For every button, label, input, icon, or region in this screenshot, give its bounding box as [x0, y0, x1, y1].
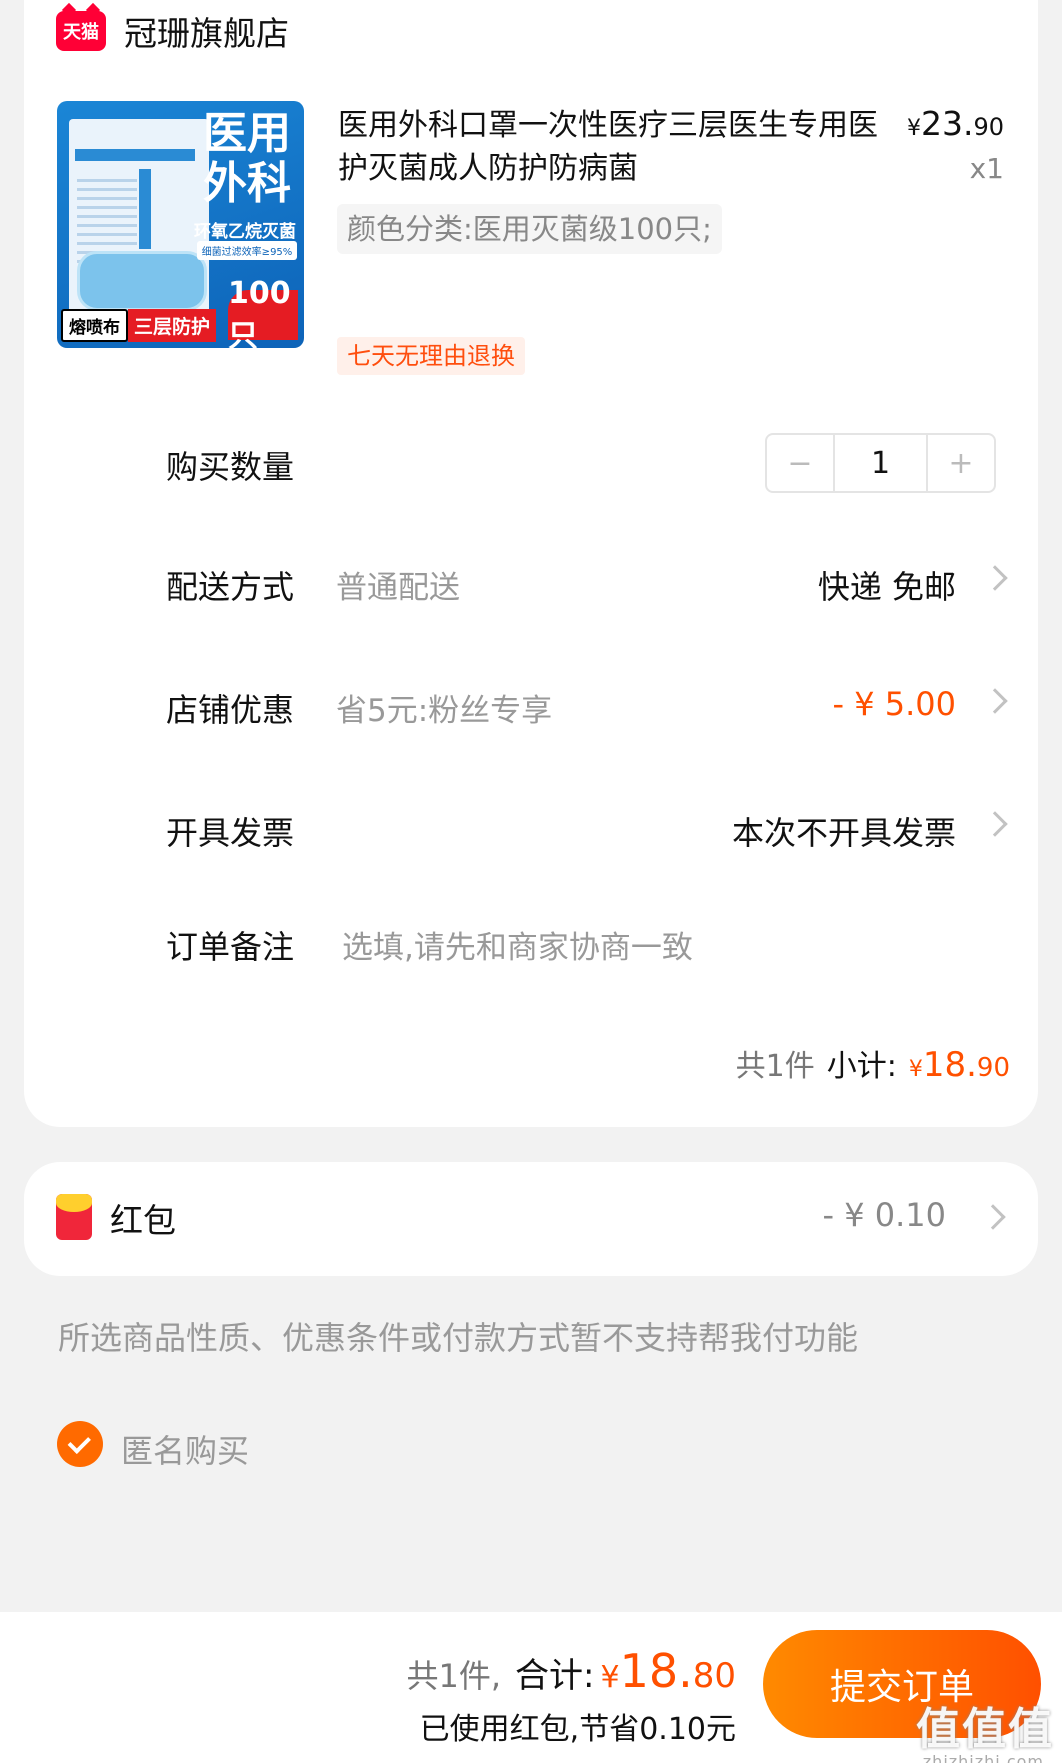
product-title[interactable]: 医用外科口罩一次性医疗三层医生专用医护灭菌成人防护防病菌: [338, 104, 878, 190]
shipping-sub: 普通配送: [336, 570, 460, 606]
anonymous-checkbox[interactable]: [57, 1421, 103, 1467]
coupon-sub: 省5元:粉丝专享: [336, 693, 553, 729]
tmall-logo-icon: 天猫: [56, 11, 106, 51]
minus-button[interactable]: −: [767, 435, 833, 491]
redpack-row[interactable]: 红包 - ¥ 0.10: [24, 1162, 1038, 1276]
note-label: 订单备注: [166, 928, 295, 966]
shipping-label: 配送方式: [166, 568, 295, 606]
subtotal-int: 18.: [922, 1045, 977, 1085]
quantity-label: 购买数量: [166, 448, 295, 486]
product-image[interactable]: 医用外科 环氧乙烷灭菌 细菌过滤效率≥95% 熔喷布 三层防护 100只: [57, 101, 304, 348]
total-count: 共1件,: [406, 1657, 502, 1695]
subtotal: 共1件 小计: ¥ 18. 90: [736, 1041, 1010, 1085]
tmall-logo-text: 天猫: [63, 22, 99, 43]
watermark-url: zhizhizhi.com: [922, 1752, 1044, 1763]
subtotal-cents: 90: [976, 1053, 1010, 1083]
price-cents: 90: [973, 113, 1004, 141]
subtotal-yen: ¥: [908, 1057, 923, 1082]
plus-button[interactable]: +: [928, 435, 994, 491]
price-int: 23.: [920, 104, 974, 143]
subtotal-label: 小计:: [826, 1049, 897, 1084]
redpack-label: 红包: [110, 1201, 176, 1240]
product-price: ¥23.90: [907, 104, 1004, 143]
package-cross: [139, 169, 151, 249]
checkout-bar: 共1件, 合计: ¥ 18. 80 已使用红包,节省0.10元 提交订单 值值值…: [0, 1612, 1062, 1763]
image-title: 医用外科: [203, 108, 291, 209]
service-tag: 七天无理由退换: [337, 337, 525, 375]
total-yen: ¥: [600, 1660, 620, 1695]
anonymous-label[interactable]: 匿名购买: [121, 1426, 249, 1472]
total-cents: 80: [692, 1656, 736, 1696]
watermark-text: 值值值: [916, 1704, 1054, 1755]
image-tag-black: 熔喷布: [61, 309, 128, 342]
note-input[interactable]: 选填,请先和商家协商一致: [342, 922, 693, 967]
subtotal-count: 共1件: [735, 1049, 815, 1084]
total-line: 共1件, 合计: ¥ 18. 80: [406, 1644, 736, 1698]
price-yen: ¥: [906, 116, 921, 141]
watermark-logo: 值值值 zhizhizhi.com: [916, 1693, 1054, 1763]
quantity-value[interactable]: 1: [833, 435, 928, 491]
chevron-right-icon[interactable]: [980, 1204, 1006, 1230]
image-subtitle: 环氧乙烷灭菌: [194, 222, 296, 242]
product-quantity: x1: [969, 152, 1004, 185]
total-int: 18.: [619, 1644, 693, 1698]
image-count-badge: 100只: [228, 276, 298, 348]
invoice-value[interactable]: 本次不开具发票: [732, 808, 956, 854]
mask-graphic: [77, 251, 207, 311]
quantity-stepper[interactable]: − 1 +: [765, 433, 996, 493]
shop-header[interactable]: 天猫 冠珊旗舰店: [56, 6, 289, 56]
coupon-label: 店铺优惠: [166, 691, 295, 729]
package-stripe: [75, 149, 195, 161]
redpack-value: - ¥ 0.10: [822, 1196, 947, 1234]
payment-notice: 所选商品性质、优惠条件或付款方式暂不支持帮我付功能: [58, 1319, 859, 1357]
product-sku[interactable]: 颜色分类:医用灭菌级100只;: [337, 204, 722, 254]
shop-name[interactable]: 冠珊旗舰店: [124, 7, 289, 55]
saved-text: 已使用红包,节省0.10元: [419, 1712, 736, 1747]
invoice-label: 开具发票: [166, 814, 295, 852]
coupon-value[interactable]: - ¥ 5.00: [833, 685, 957, 723]
image-pill: 细菌过滤效率≥95%: [197, 241, 297, 260]
total-label: 合计:: [515, 1656, 595, 1696]
image-tag-red: 三层防护: [128, 309, 217, 342]
red-envelope-icon: [56, 1194, 92, 1240]
shipping-value[interactable]: 快递 免邮: [818, 562, 956, 608]
